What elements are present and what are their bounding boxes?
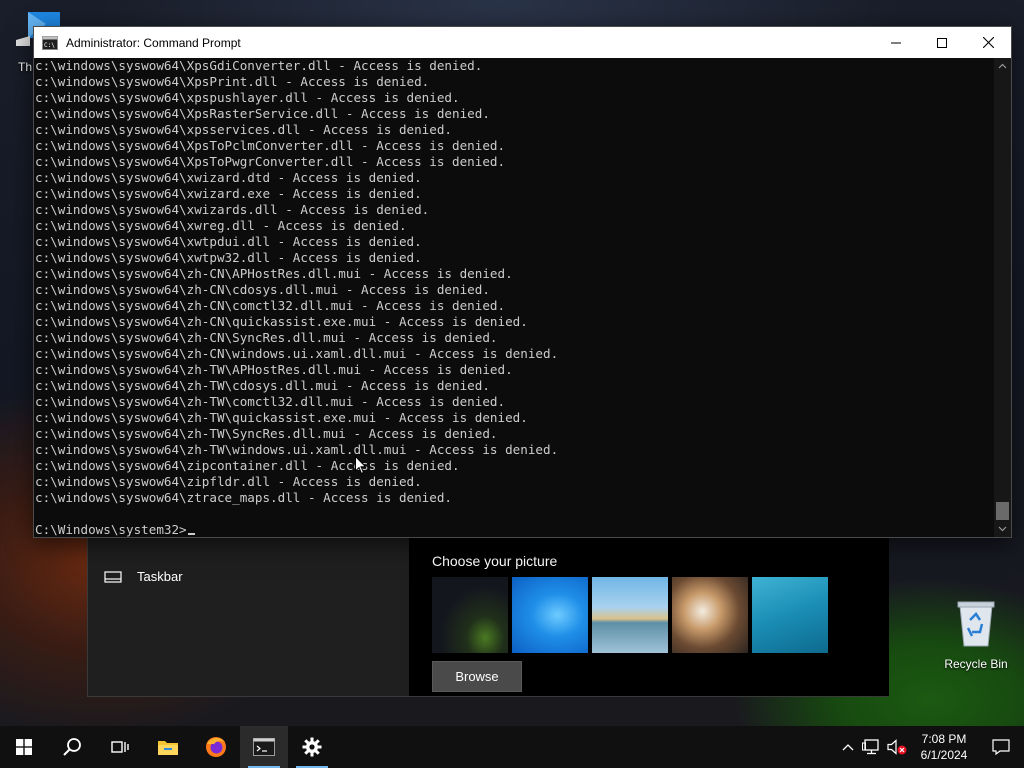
chevron-up-icon (842, 744, 854, 751)
prompt-text: C:\Windows\system32> (35, 522, 187, 537)
console-line: c:\windows\syswow64\zh-CN\quickassist.ex… (35, 314, 528, 329)
console-line: c:\windows\syswow64\zipfldr.dll - Access… (35, 474, 422, 489)
console-output[interactable]: c:\windows\syswow64\XpsGdiConverter.dll … (34, 58, 995, 537)
console-line: c:\windows\syswow64\xwizard.exe - Access… (35, 186, 422, 201)
console-line: c:\windows\syswow64\xwtpdui.dll - Access… (35, 234, 422, 249)
close-icon (982, 37, 994, 48)
picture-thumb-4[interactable] (672, 577, 748, 653)
console-line: c:\windows\syswow64\XpsGdiConverter.dll … (35, 58, 483, 73)
console-line: c:\windows\syswow64\xpsservices.dll - Ac… (35, 122, 453, 137)
show-hidden-icons-button[interactable] (838, 726, 858, 768)
mouse-pointer-icon (355, 456, 367, 475)
text-cursor (187, 533, 195, 535)
command-prompt-icon: C:\ (42, 35, 58, 50)
command-prompt-window: C:\ Administrator: Command Prompt c:\win… (33, 26, 1012, 538)
console-line: c:\windows\syswow64\zh-TW\APHostRes.dll.… (35, 362, 513, 377)
command-prompt-taskbar-button[interactable] (240, 726, 288, 768)
picture-thumb-2[interactable] (512, 577, 588, 653)
console-line: c:\windows\syswow64\zh-CN\cdosys.dll.mui… (35, 282, 490, 297)
maximize-button[interactable] (919, 27, 965, 58)
command-prompt-line[interactable]: C:\Windows\system32> (35, 522, 995, 537)
network-button[interactable] (858, 726, 884, 768)
picture-thumb-1[interactable] (432, 577, 508, 653)
search-icon (63, 738, 81, 756)
volume-muted-icon (887, 739, 907, 755)
picture-thumbnails (432, 577, 828, 653)
gear-icon (302, 737, 322, 757)
console-line: c:\windows\syswow64\zh-TW\windows.ui.xam… (35, 442, 559, 457)
console-line: c:\windows\syswow64\zh-TW\SyncRes.dll.mu… (35, 426, 498, 441)
folder-icon (158, 741, 178, 755)
windows-logo-icon (16, 739, 32, 755)
search-button[interactable] (48, 726, 96, 768)
command-prompt-icon (253, 738, 275, 756)
title-bar[interactable]: C:\ Administrator: Command Prompt (34, 27, 1011, 58)
notification-icon (992, 739, 1010, 755)
system-tray: 7:08 PM 6/1/2024 (838, 726, 1024, 768)
clock-date: 6/1/2024 (920, 748, 968, 762)
console-line: c:\windows\syswow64\XpsToPwgrConverter.d… (35, 154, 506, 169)
desktop-shortcut-label: Th (18, 60, 33, 74)
browse-button[interactable]: Browse (432, 661, 522, 692)
console-line: c:\windows\syswow64\zipcontainer.dll - A… (35, 458, 460, 473)
settings-taskbar-button[interactable] (288, 726, 336, 768)
action-center-button[interactable] (978, 726, 1024, 768)
window-title: Administrator: Command Prompt (66, 35, 241, 50)
console-line: c:\windows\syswow64\xwizards.dll - Acces… (35, 202, 430, 217)
picture-thumb-3[interactable] (592, 577, 668, 653)
console-line: c:\windows\syswow64\xpspushlayer.dll - A… (35, 90, 460, 105)
recycle-bin-label: Recycle Bin (944, 657, 1008, 671)
recycle-bin-icon (957, 601, 995, 647)
settings-main: Choose your picture Browse (409, 537, 889, 696)
file-explorer-button[interactable] (144, 726, 192, 768)
clock-time: 7:08 PM (921, 732, 967, 746)
console-line: c:\windows\syswow64\zh-CN\APHostRes.dll.… (35, 266, 513, 281)
console-line: c:\windows\syswow64\XpsPrint.dll - Acces… (35, 74, 430, 89)
console-line: c:\windows\syswow64\xwizard.dtd - Access… (35, 170, 422, 185)
console-line: c:\windows\syswow64\xwreg.dll - Access i… (35, 218, 407, 233)
console-line: c:\windows\syswow64\ztrace_maps.dll - Ac… (35, 490, 453, 505)
scroll-down-icon[interactable] (998, 524, 1007, 533)
start-button[interactable] (0, 726, 48, 768)
task-view-icon (111, 741, 129, 753)
recycle-bin[interactable]: Recycle Bin (940, 598, 1012, 671)
nav-item-label: Taskbar (137, 569, 183, 584)
minimize-button[interactable] (873, 27, 919, 58)
settings-nav: Taskbar (88, 537, 409, 696)
minimize-icon (891, 42, 901, 43)
console-line: c:\windows\syswow64\zh-TW\cdosys.dll.mui… (35, 378, 490, 393)
scroll-up-icon[interactable] (998, 62, 1007, 71)
firefox-button[interactable] (192, 726, 240, 768)
taskbar-icon (104, 570, 122, 583)
console-line: c:\windows\syswow64\XpsRasterService.dll… (35, 106, 490, 121)
volume-button[interactable] (884, 726, 910, 768)
network-icon (862, 739, 879, 755)
choose-picture-title: Choose your picture (432, 553, 558, 569)
console-line: c:\windows\syswow64\zh-TW\quickassist.ex… (35, 410, 528, 425)
console-line: c:\windows\syswow64\zh-CN\SyncRes.dll.mu… (35, 330, 498, 345)
console-line: c:\windows\syswow64\zh-CN\comctl32.dll.m… (35, 298, 506, 313)
svg-text:C:\: C:\ (44, 42, 55, 49)
close-button[interactable] (965, 27, 1011, 58)
vertical-scrollbar[interactable] (994, 58, 1011, 537)
maximize-icon (937, 37, 947, 48)
firefox-icon (206, 737, 226, 757)
console-line: c:\windows\syswow64\zh-TW\comctl32.dll.m… (35, 394, 506, 409)
task-view-button[interactable] (96, 726, 144, 768)
settings-window: Taskbar Choose your picture Browse (87, 536, 889, 697)
scrollbar-thumb[interactable] (996, 502, 1009, 520)
taskbar: 7:08 PM 6/1/2024 (0, 726, 1024, 768)
console-line: c:\windows\syswow64\XpsToPclmConverter.d… (35, 138, 506, 153)
clock[interactable]: 7:08 PM 6/1/2024 (910, 726, 978, 768)
nav-item-taskbar[interactable]: Taskbar (104, 569, 183, 584)
picture-thumb-5[interactable] (752, 577, 828, 653)
console-line: c:\windows\syswow64\zh-CN\windows.ui.xam… (35, 346, 559, 361)
console-line: c:\windows\syswow64\xwtpw32.dll - Access… (35, 250, 422, 265)
